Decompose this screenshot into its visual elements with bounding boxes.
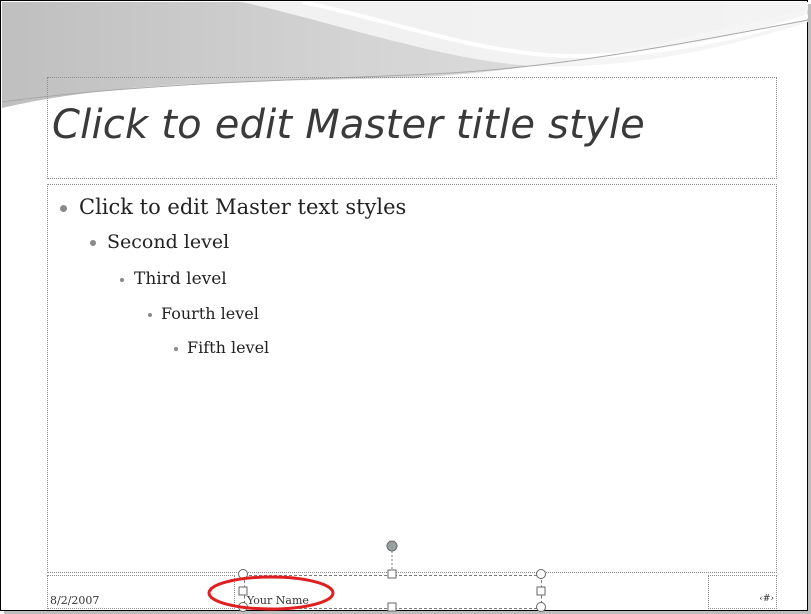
body-level-4: Fourth level xyxy=(148,304,259,323)
date-placeholder[interactable]: 8/2/2007 xyxy=(47,575,235,609)
body-level-5-text: Fifth level xyxy=(187,338,270,357)
footer-name-placeholder[interactable]: Your Name xyxy=(244,575,542,609)
footer-date: 8/2/2007 xyxy=(50,594,100,607)
body-level-1-text: Click to edit Master text styles xyxy=(79,195,407,219)
body-level-1: Click to edit Master text styles xyxy=(60,195,406,219)
slide-canvas[interactable]: Click to edit Master title style Click t… xyxy=(0,0,808,611)
body-level-2: Second level xyxy=(90,231,229,253)
body-level-4-text: Fourth level xyxy=(161,304,259,323)
body-level-3-text: Third level xyxy=(134,269,227,289)
slide-number: ‹#› xyxy=(759,594,774,604)
body-placeholder[interactable]: Click to edit Master text styles Second … xyxy=(47,184,777,573)
body-level-5: Fifth level xyxy=(174,338,269,357)
slide-master-view: Click to edit Master title style Click t… xyxy=(0,0,811,614)
bullet-icon xyxy=(148,312,152,317)
bullet-icon xyxy=(60,205,67,212)
bullet-icon xyxy=(90,240,96,246)
body-level-3: Third level xyxy=(120,269,227,289)
title-placeholder[interactable]: Click to edit Master title style xyxy=(47,77,777,179)
body-level-2-text: Second level xyxy=(107,231,230,253)
slide-number-placeholder[interactable]: ‹#› xyxy=(708,575,777,609)
footer-name[interactable]: Your Name xyxy=(247,594,309,607)
bullet-icon xyxy=(174,346,178,351)
title-placeholder-text: Click to edit Master title style xyxy=(52,102,645,148)
bullet-icon xyxy=(120,277,124,282)
